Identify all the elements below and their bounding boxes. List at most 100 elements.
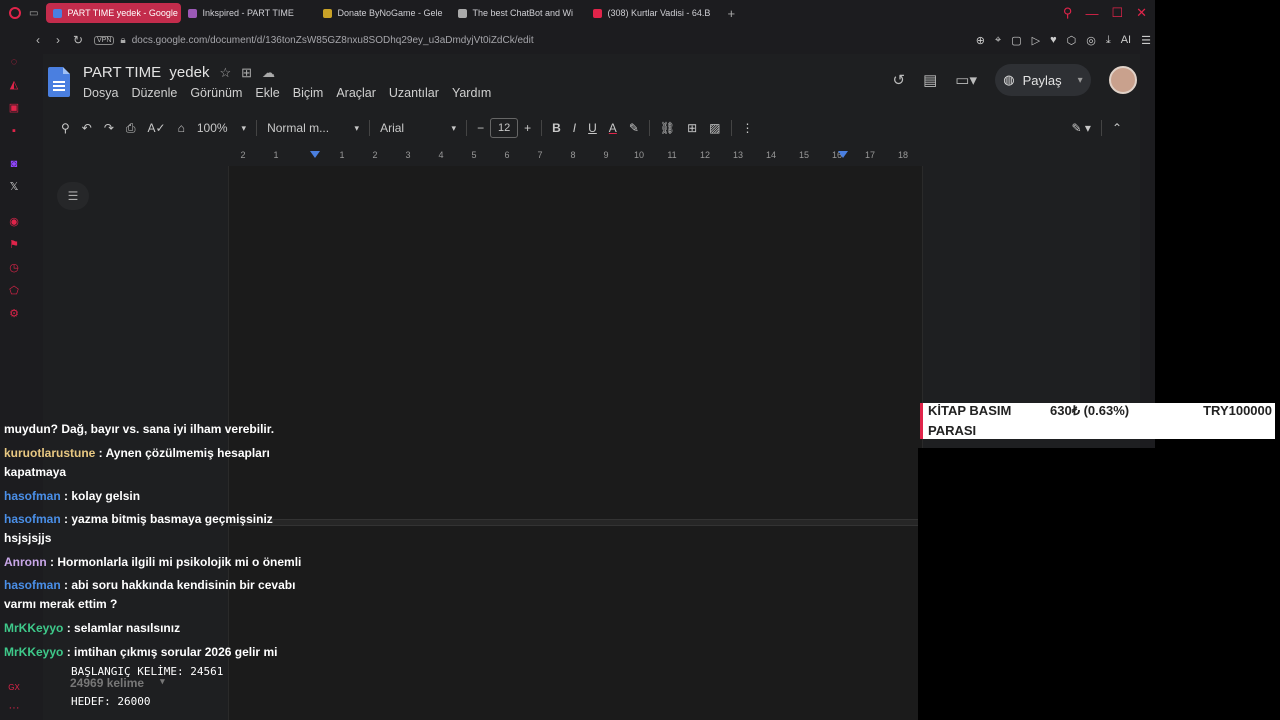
bold-icon[interactable]: B <box>546 121 567 135</box>
docs-logo-icon[interactable] <box>48 67 70 97</box>
search-menus-icon[interactable]: ⚲ <box>55 121 76 135</box>
shopping-icon[interactable]: ◭ <box>8 79 20 91</box>
forward-icon[interactable]: › <box>48 33 68 47</box>
player-icon[interactable]: ◉ <box>8 216 20 228</box>
zoom-icon[interactable]: ⊕ <box>976 34 985 47</box>
meet-icon[interactable]: ▭▾ <box>955 71 977 89</box>
more-icon[interactable]: ··· <box>8 702 20 714</box>
messenger-icon[interactable]: ▣ <box>8 102 20 114</box>
menu-uzantilar[interactable]: Uzantılar <box>389 86 439 100</box>
increase-font-size-button[interactable]: + <box>518 121 537 135</box>
reload-icon[interactable]: ↻ <box>68 33 88 47</box>
menu-gorunum[interactable]: Görünüm <box>190 86 242 100</box>
star-icon[interactable]: ☆ <box>219 65 231 81</box>
underline-icon[interactable]: U <box>582 121 603 135</box>
spellcheck-icon[interactable]: A✓ <box>142 121 172 135</box>
tab-chatbot[interactable]: The best ChatBot and Wi <box>451 3 586 23</box>
chat-text: muydun? Dağ, bayır vs. sana iyi ilham ve… <box>4 422 275 436</box>
redo-icon[interactable]: ↷ <box>98 121 120 135</box>
avatar[interactable] <box>1109 66 1137 94</box>
highlight-icon[interactable]: ✎ <box>623 121 645 135</box>
profile-icon[interactable]: ◎ <box>1086 34 1096 47</box>
docs-favicon-icon <box>53 8 63 18</box>
cloud-status-icon[interactable]: ☁ <box>262 65 275 81</box>
tiktok-icon[interactable]: ▪ <box>8 125 20 137</box>
url-field[interactable]: docs.google.com/document/d/136tonZsW85GZ… <box>132 35 534 46</box>
right-indent-marker[interactable] <box>838 151 848 158</box>
menu-bicim[interactable]: Biçim <box>293 86 324 100</box>
document-title[interactable]: PART TIME yedek <box>83 64 209 81</box>
tab-youtube-kurtlar-vadisi[interactable]: (308) Kurtlar Vadisi - 64.B <box>586 3 721 23</box>
minimize-button[interactable]: — <box>1085 6 1098 21</box>
style-select[interactable]: Normal m... ▾ <box>261 121 365 135</box>
easy-setup-icon[interactable]: ☰ <box>1141 34 1151 47</box>
ai-button[interactable]: AI <box>1121 34 1131 46</box>
version-history-icon[interactable]: ↺ <box>893 71 906 89</box>
menu-duzenle[interactable]: Düzenle <box>131 86 177 100</box>
menu-yardim[interactable]: Yardım <box>452 86 491 100</box>
bynogame-favicon-icon <box>323 8 333 18</box>
print-icon[interactable]: ⎙ <box>120 121 142 136</box>
move-folder-icon[interactable]: ⊞ <box>241 65 252 81</box>
donation-title: KİTAP BASIM <box>928 403 1012 418</box>
editing-mode-icon[interactable]: ✎ ▾ <box>1066 121 1097 135</box>
lock-icon[interactable]: 🔒︎ <box>120 35 125 46</box>
text-color-icon[interactable]: A <box>603 121 623 135</box>
add-comment-icon[interactable]: ⊞ <box>681 121 703 135</box>
ruler-tick-label: 1 <box>273 150 279 160</box>
share-label: Paylaş <box>1022 72 1062 88</box>
tab-donate-bynogame[interactable]: Donate ByNoGame - Gele <box>316 3 451 23</box>
menu-ekle[interactable]: Ekle <box>255 86 279 100</box>
menu-dosya[interactable]: Dosya <box>83 86 118 100</box>
twitch-icon[interactable]: ◙ <box>8 158 20 170</box>
ruler-tick-label: 2 <box>372 150 378 160</box>
chat-username: hasofman <box>4 512 61 526</box>
tab-inkspired[interactable]: Inkspired - PART TIME <box>181 3 316 23</box>
close-button[interactable]: ✕ <box>1136 5 1147 21</box>
document-page[interactable] <box>228 166 923 720</box>
youtube-favicon-icon <box>593 8 603 18</box>
back-icon[interactable]: ‹ <box>28 33 48 47</box>
play-icon[interactable]: ▷ <box>1032 34 1040 47</box>
insert-link-icon[interactable]: ⛓ <box>654 121 681 135</box>
italic-icon[interactable]: I <box>567 121 582 135</box>
search-icon[interactable]: ⚲ <box>1063 5 1073 21</box>
paint-format-icon[interactable]: ⌂ <box>172 121 191 135</box>
aria-icon[interactable]: ◌ <box>8 56 20 68</box>
font-size-input[interactable]: 12 <box>490 118 519 138</box>
x-icon[interactable]: 𝕏 <box>8 181 20 193</box>
stream-chat-overlay: muydun? Dağ, bayır vs. sana iyi ilham ve… <box>0 420 320 665</box>
snapshot-icon[interactable]: ▢ <box>1011 34 1021 47</box>
download-icon[interactable]: ⤓ <box>1106 34 1111 47</box>
chatbot-favicon-icon <box>458 8 468 18</box>
left-indent-marker[interactable] <box>310 151 320 158</box>
document-title-row: PART TIME yedek ☆ ⊞ ☁ <box>83 64 275 81</box>
document-outline-icon[interactable]: ☰ <box>57 182 89 210</box>
more-options-icon[interactable]: ⋮ <box>736 121 760 135</box>
font-select[interactable]: Arial ▾ <box>374 121 462 135</box>
globe-icon: ◍ <box>1003 72 1015 87</box>
extensions-icon[interactable]: ⬡ <box>1067 34 1077 47</box>
extensions-sidebar-icon[interactable]: ⬠ <box>8 285 20 297</box>
opera-logo-icon[interactable] <box>9 7 21 19</box>
history-icon[interactable]: ◷ <box>8 262 20 274</box>
hide-menus-icon[interactable]: ⌃ <box>1106 121 1128 135</box>
maximize-button[interactable]: ☐ <box>1111 5 1123 21</box>
tab-part-time-yedek[interactable]: PART TIME yedek - Google <box>46 3 182 23</box>
tab-menu-icon[interactable]: ▭ <box>29 8 38 19</box>
new-tab-button[interactable]: + <box>721 6 741 21</box>
undo-icon[interactable]: ↶ <box>76 121 98 135</box>
insert-image-icon[interactable]: ▨ <box>703 121 726 135</box>
pin-board-icon[interactable]: ⚑ <box>8 239 20 251</box>
vpn-badge[interactable]: VPN <box>94 35 115 45</box>
settings-icon[interactable]: ⚙ <box>8 308 20 320</box>
share-button[interactable]: ◍ Paylaş ▾ <box>995 64 1091 96</box>
comments-icon[interactable]: ▤ <box>923 71 937 89</box>
gx-icon[interactable]: GX <box>8 682 20 694</box>
ruler-tick-label: 1 <box>339 150 345 160</box>
decrease-font-size-button[interactable]: − <box>471 121 490 135</box>
zoom-select[interactable]: 100% ▾ <box>191 121 252 135</box>
pin-icon[interactable]: ⌖ <box>995 34 1001 47</box>
heart-icon[interactable]: ♥ <box>1050 34 1057 46</box>
menu-araclar[interactable]: Araçlar <box>336 86 376 100</box>
